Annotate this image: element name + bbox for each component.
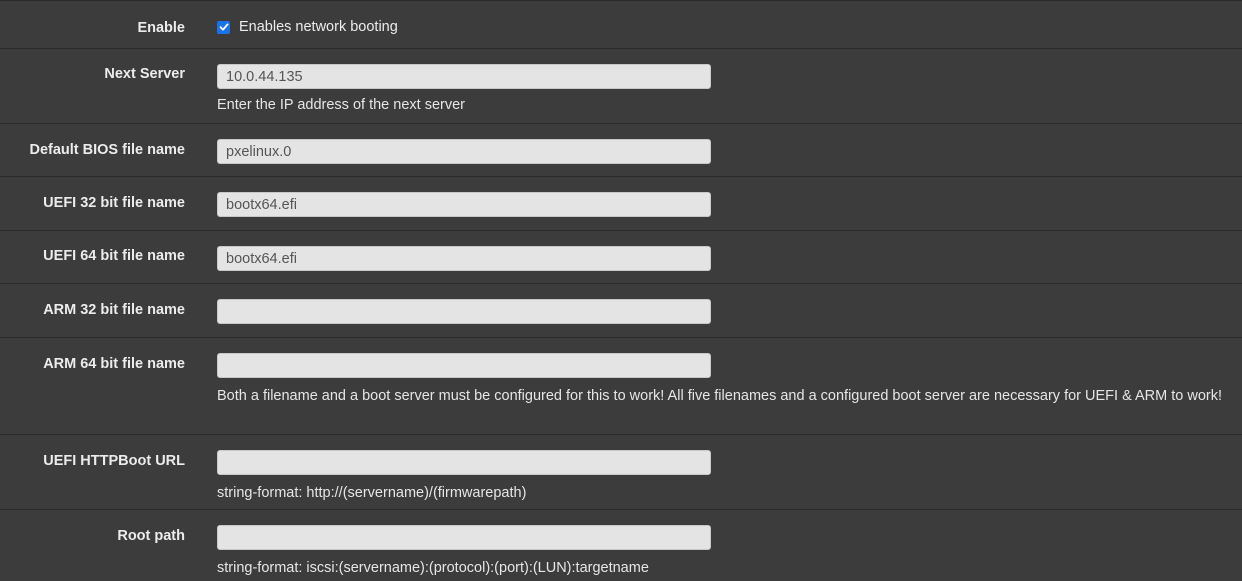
row-arm32-file: ARM 32 bit file name	[0, 283, 1242, 337]
arm64-file-input[interactable]	[217, 353, 711, 378]
row-next-server: Next Server Enter the IP address of the …	[0, 48, 1242, 123]
enable-checkbox-wrap[interactable]: Enables network booting	[217, 19, 398, 35]
root-path-help: string-format: iscsi:(servername):(proto…	[217, 560, 649, 576]
network-boot-form: Enable Enables network booting Next Serv…	[0, 0, 1242, 581]
uefi32-file-label: UEFI 32 bit file name	[43, 195, 185, 211]
row-arm64-file: ARM 64 bit file name Both a filename and…	[0, 337, 1242, 434]
uefi64-file-label: UEFI 64 bit file name	[43, 248, 185, 264]
row-bios-file: Default BIOS file name	[0, 123, 1242, 176]
bios-file-input[interactable]	[217, 139, 711, 164]
row-enable: Enable Enables network booting	[0, 0, 1242, 48]
bios-file-label: Default BIOS file name	[29, 142, 185, 158]
httpboot-url-help: string-format: http://(servername)/(firm…	[217, 485, 527, 501]
uefi64-file-input[interactable]	[217, 246, 711, 271]
root-path-input[interactable]	[217, 525, 711, 550]
arm64-file-help: Both a filename and a boot server must b…	[217, 388, 1223, 404]
row-uefi64-file: UEFI 64 bit file name	[0, 230, 1242, 283]
next-server-help: Enter the IP address of the next server	[217, 97, 465, 113]
row-uefi32-file: UEFI 32 bit file name	[0, 176, 1242, 230]
enable-checkbox[interactable]	[217, 20, 230, 34]
arm64-file-label: ARM 64 bit file name	[43, 356, 185, 372]
root-path-label: Root path	[117, 528, 185, 544]
checkmark-icon	[219, 23, 228, 31]
uefi32-file-input[interactable]	[217, 192, 711, 217]
enable-label: Enable	[137, 20, 185, 36]
next-server-input[interactable]	[217, 64, 711, 89]
row-root-path: Root path string-format: iscsi:(serverna…	[0, 509, 1242, 581]
row-httpboot-url: UEFI HTTPBoot URL string-format: http://…	[0, 434, 1242, 509]
arm32-file-input[interactable]	[217, 299, 711, 324]
next-server-label: Next Server	[104, 66, 185, 82]
httpboot-url-label: UEFI HTTPBoot URL	[43, 453, 185, 469]
arm32-file-label: ARM 32 bit file name	[43, 302, 185, 318]
httpboot-url-input[interactable]	[217, 450, 711, 475]
enable-checkbox-label: Enables network booting	[239, 19, 398, 35]
